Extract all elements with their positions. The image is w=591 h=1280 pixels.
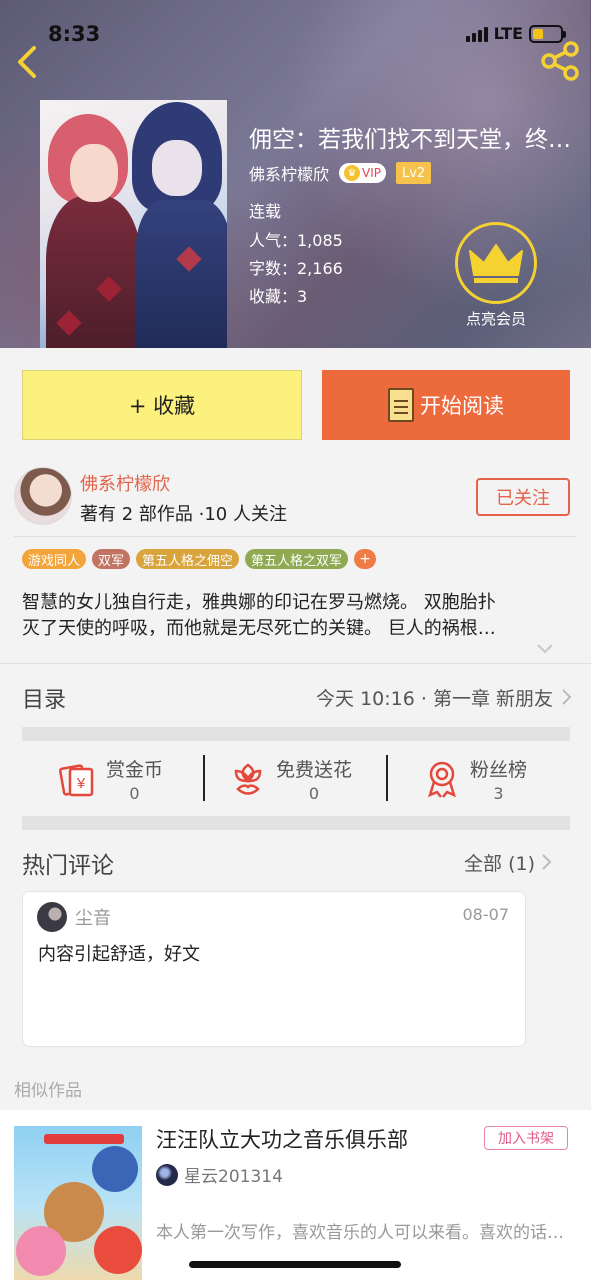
author-stats: 著有 2 部作品 ·10 人关注 — [80, 504, 287, 525]
author-avatar[interactable] — [14, 467, 72, 525]
network-label: LTE — [493, 24, 523, 43]
book-header: 8:33 LTE 佣空：若我们找不到天堂，终会坠入地狱 佛 — [0, 0, 591, 348]
reward-envelope-icon: ¥ — [58, 763, 94, 796]
divider — [14, 536, 576, 537]
tag[interactable]: 第五人格之双军 — [245, 549, 349, 569]
vip-cta-label[interactable]: 点亮会员 — [455, 308, 537, 329]
medal-icon — [428, 761, 456, 798]
hot-comments-title: 热门评论 — [22, 853, 114, 879]
commenter-name[interactable]: 尘音 — [75, 904, 111, 930]
flower-icon — [234, 762, 262, 795]
stat-value: 0 — [308, 783, 320, 803]
similar-author-name: 星云201314 — [184, 1167, 283, 1187]
comment-text: 内容引起舒适，好文 — [38, 944, 200, 965]
vip-crown-button[interactable] — [455, 222, 537, 304]
free-flowers-stat[interactable]: 免费送花 0 — [230, 741, 352, 816]
all-comments-link[interactable]: 全部 (1) — [464, 849, 535, 876]
comment-date: 08-07 — [462, 905, 510, 924]
collect-button[interactable]: + 收藏 — [22, 370, 302, 440]
tag[interactable]: 第五人格之佣空 — [136, 549, 240, 569]
similar-work-title[interactable]: 汪汪队立大功之音乐俱乐部 — [156, 1124, 408, 1154]
similar-work-description: 本人第一次写作，喜欢音乐的人可以来看。喜欢的话请收藏 — [156, 1223, 566, 1243]
similar-work-item[interactable]: 汪汪队立大功之音乐俱乐部 加入书架 星云201314 本人第一次写作，喜欢音乐的… — [0, 1110, 591, 1280]
table-of-contents-row[interactable]: 目录 今天 10:16 · 第一章 新朋友 — [0, 663, 591, 727]
home-indicator[interactable] — [189, 1261, 401, 1268]
signal-icon — [465, 26, 488, 42]
add-tag-button[interactable]: + — [354, 549, 377, 569]
reward-coins-stat[interactable]: ¥ 赏金币 0 — [56, 741, 163, 816]
status-time: 8:33 — [48, 22, 101, 46]
book-cover-image[interactable] — [40, 100, 227, 348]
start-reading-button[interactable]: 开始阅读 — [322, 370, 570, 440]
chevron-down-icon[interactable] — [536, 642, 554, 656]
back-arrow-icon[interactable] — [10, 42, 44, 82]
author-name[interactable]: 佛系柠檬欣 — [80, 470, 170, 496]
stat-label: 赏金币 — [106, 758, 164, 781]
support-stats-row: ¥ 赏金币 0 免费送花 0 粉丝榜 3 — [0, 741, 591, 816]
divider — [203, 755, 205, 801]
stat-label: 粉丝榜 — [470, 758, 528, 781]
chevron-right-icon — [562, 689, 572, 705]
stat-value: 3 — [493, 783, 504, 803]
book-author-name[interactable]: 佛系柠檬欣 — [249, 161, 329, 185]
section-spacer — [22, 816, 570, 830]
comment-card[interactable]: 尘音 08-07 内容引起舒适，好文 — [22, 891, 526, 1047]
book-icon — [388, 388, 414, 422]
share-icon[interactable] — [539, 40, 581, 82]
latest-chapter: 今天 10:16 · 第一章 新朋友 — [316, 688, 553, 710]
level-badge: Lv2 — [396, 162, 432, 184]
divider — [386, 755, 388, 801]
avatar — [156, 1163, 178, 1186]
tag[interactable]: 双军 — [92, 549, 131, 569]
author-section: 佛系柠檬欣 著有 2 部作品 ·10 人关注 已关注 游戏同人 双军 第五人格之… — [0, 458, 591, 663]
tag-list: 游戏同人 双军 第五人格之佣空 第五人格之双军 + — [22, 549, 377, 569]
add-to-shelf-button[interactable]: 加入书架 — [484, 1126, 568, 1150]
fans-ranking-stat[interactable]: 粉丝榜 3 — [424, 741, 527, 816]
book-status: 连载 — [249, 202, 282, 221]
book-description[interactable]: 智慧的女儿独自行走，雅典娜的印记在罗马燃烧。 双胞胎扑 灭了天使的呼吸，而他就是… — [22, 590, 562, 642]
svg-text:¥: ¥ — [76, 775, 86, 792]
toc-title: 目录 — [22, 688, 67, 713]
crown-icon: ♛ — [344, 165, 361, 181]
vip-badge: ♛ VIP — [339, 163, 386, 183]
similar-work-author[interactable]: 星云201314 — [156, 1162, 283, 1187]
hot-comments-header: 热门评论 全部 (1) — [0, 830, 591, 890]
follow-button[interactable]: 已关注 — [476, 478, 570, 516]
book-popularity: 人气：1,085 — [249, 231, 343, 250]
commenter-avatar[interactable] — [37, 902, 67, 932]
similar-works-label: 相似作品 — [14, 1081, 82, 1101]
similar-work-cover[interactable] — [14, 1126, 142, 1280]
book-title: 佣空：若我们找不到天堂，终会坠入地狱 — [249, 127, 589, 153]
book-word-count: 字数：2,166 — [249, 259, 343, 278]
stat-value: 0 — [129, 783, 140, 803]
section-spacer — [22, 727, 570, 741]
tag[interactable]: 游戏同人 — [22, 549, 87, 569]
book-author-row: 佛系柠檬欣 ♛ VIP Lv2 — [249, 161, 432, 185]
stat-label: 免费送花 — [276, 758, 353, 781]
chevron-right-icon[interactable] — [541, 853, 553, 871]
book-favorites: 收藏：3 — [249, 287, 308, 306]
book-detail-page: 8:33 LTE 佣空：若我们找不到天堂，终会坠入地狱 佛 — [0, 0, 591, 1280]
crown-icon — [469, 244, 523, 283]
action-bar: + 收藏 开始阅读 — [0, 348, 591, 458]
